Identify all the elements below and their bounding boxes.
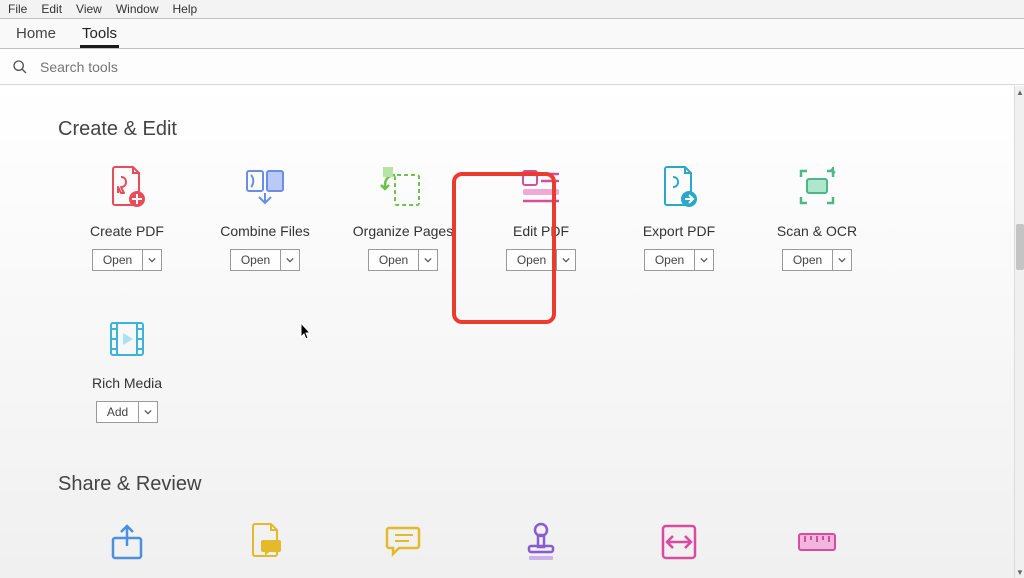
tool-comment[interactable]: Comment Open [334,514,472,578]
rich-media-icon [58,311,196,367]
search-input[interactable] [38,58,1012,76]
compare-files-icon [610,514,748,570]
create-pdf-icon [58,159,196,215]
dropdown-button[interactable] [143,250,161,270]
tool-send-for-comments[interactable]: Send for Comments Open [196,514,334,578]
tool-rich-media[interactable]: Rich Media Add [58,311,196,423]
tool-export-pdf[interactable]: Export PDF Open [610,159,748,271]
scroll-thumb[interactable] [1016,224,1024,270]
tool-action-split: Open [506,249,576,271]
tool-share[interactable]: Share Add [58,514,196,578]
dropdown-button[interactable] [139,402,157,422]
dropdown-button[interactable] [695,250,713,270]
dropdown-button[interactable] [557,250,575,270]
tab-home[interactable]: Home [14,21,58,48]
edit-pdf-icon [472,159,610,215]
tool-measure[interactable]: Measure Add [748,514,886,578]
tabbar: Home Tools [0,19,1024,49]
tool-scan-ocr[interactable]: Scan & OCR Open [748,159,886,271]
dropdown-button[interactable] [833,250,851,270]
measure-icon [748,514,886,570]
section-title-share-review: Share & Review [58,473,1014,496]
scan-ocr-icon [748,159,886,215]
tool-label: Organize Pages [334,223,472,239]
tool-label: Rich Media [58,375,196,391]
tab-tools[interactable]: Tools [80,21,119,48]
send-for-comments-icon [196,514,334,570]
stamp-icon [472,514,610,570]
tool-action-split: Open [368,249,438,271]
search-icon [12,59,28,75]
tool-action-split: Open [230,249,300,271]
menu-help[interactable]: Help [173,2,198,16]
tool-label: Export PDF [610,223,748,239]
content: Create & Edit Create PDF Open [0,86,1014,578]
tool-combine-files[interactable]: Combine Files Open [196,159,334,271]
tool-create-pdf[interactable]: Create PDF Open [58,159,196,271]
vertical-scrollbar[interactable]: ▲ ▼ [1014,86,1024,578]
combine-files-icon [196,159,334,215]
comment-icon [334,514,472,570]
open-button[interactable]: Open [231,250,281,270]
tool-action-split: Open [644,249,714,271]
menu-view[interactable]: View [76,2,102,16]
searchbar [0,49,1024,85]
share-icon [58,514,196,570]
tool-edit-pdf[interactable]: Edit PDF Open [472,159,610,271]
open-button[interactable]: Open [783,250,833,270]
dropdown-button[interactable] [419,250,437,270]
tool-action-split: Add [96,401,158,423]
tool-label: Edit PDF [472,223,610,239]
menu-file[interactable]: File [8,2,27,16]
menu-window[interactable]: Window [116,2,159,16]
tool-label: Create PDF [58,223,196,239]
tool-stamp[interactable]: Stamp Add [472,514,610,578]
export-pdf-icon [610,159,748,215]
dropdown-button[interactable] [281,250,299,270]
open-button[interactable]: Open [369,250,419,270]
tool-action-split: Open [92,249,162,271]
tool-organize-pages[interactable]: Organize Pages Open [334,159,472,271]
tool-label: Scan & OCR [748,223,886,239]
tool-compare-files[interactable]: Compare Files Add [610,514,748,578]
organize-pages-icon [334,159,472,215]
scroll-down-icon[interactable]: ▼ [1016,567,1024,577]
tool-action-split: Open [782,249,852,271]
menubar: File Edit View Window Help [0,0,1024,19]
open-button[interactable]: Open [645,250,695,270]
grid-share-review: Share Add Send for Comments Open [58,504,1014,578]
menu-edit[interactable]: Edit [41,2,62,16]
add-button[interactable]: Add [97,402,139,422]
grid-create-edit: Create PDF Open Combine Files Open [58,149,1014,453]
tool-label: Combine Files [196,223,334,239]
section-title-create-edit: Create & Edit [58,118,1014,141]
scroll-up-icon[interactable]: ▲ [1016,87,1024,97]
open-button[interactable]: Open [93,250,143,270]
open-button[interactable]: Open [507,250,557,270]
